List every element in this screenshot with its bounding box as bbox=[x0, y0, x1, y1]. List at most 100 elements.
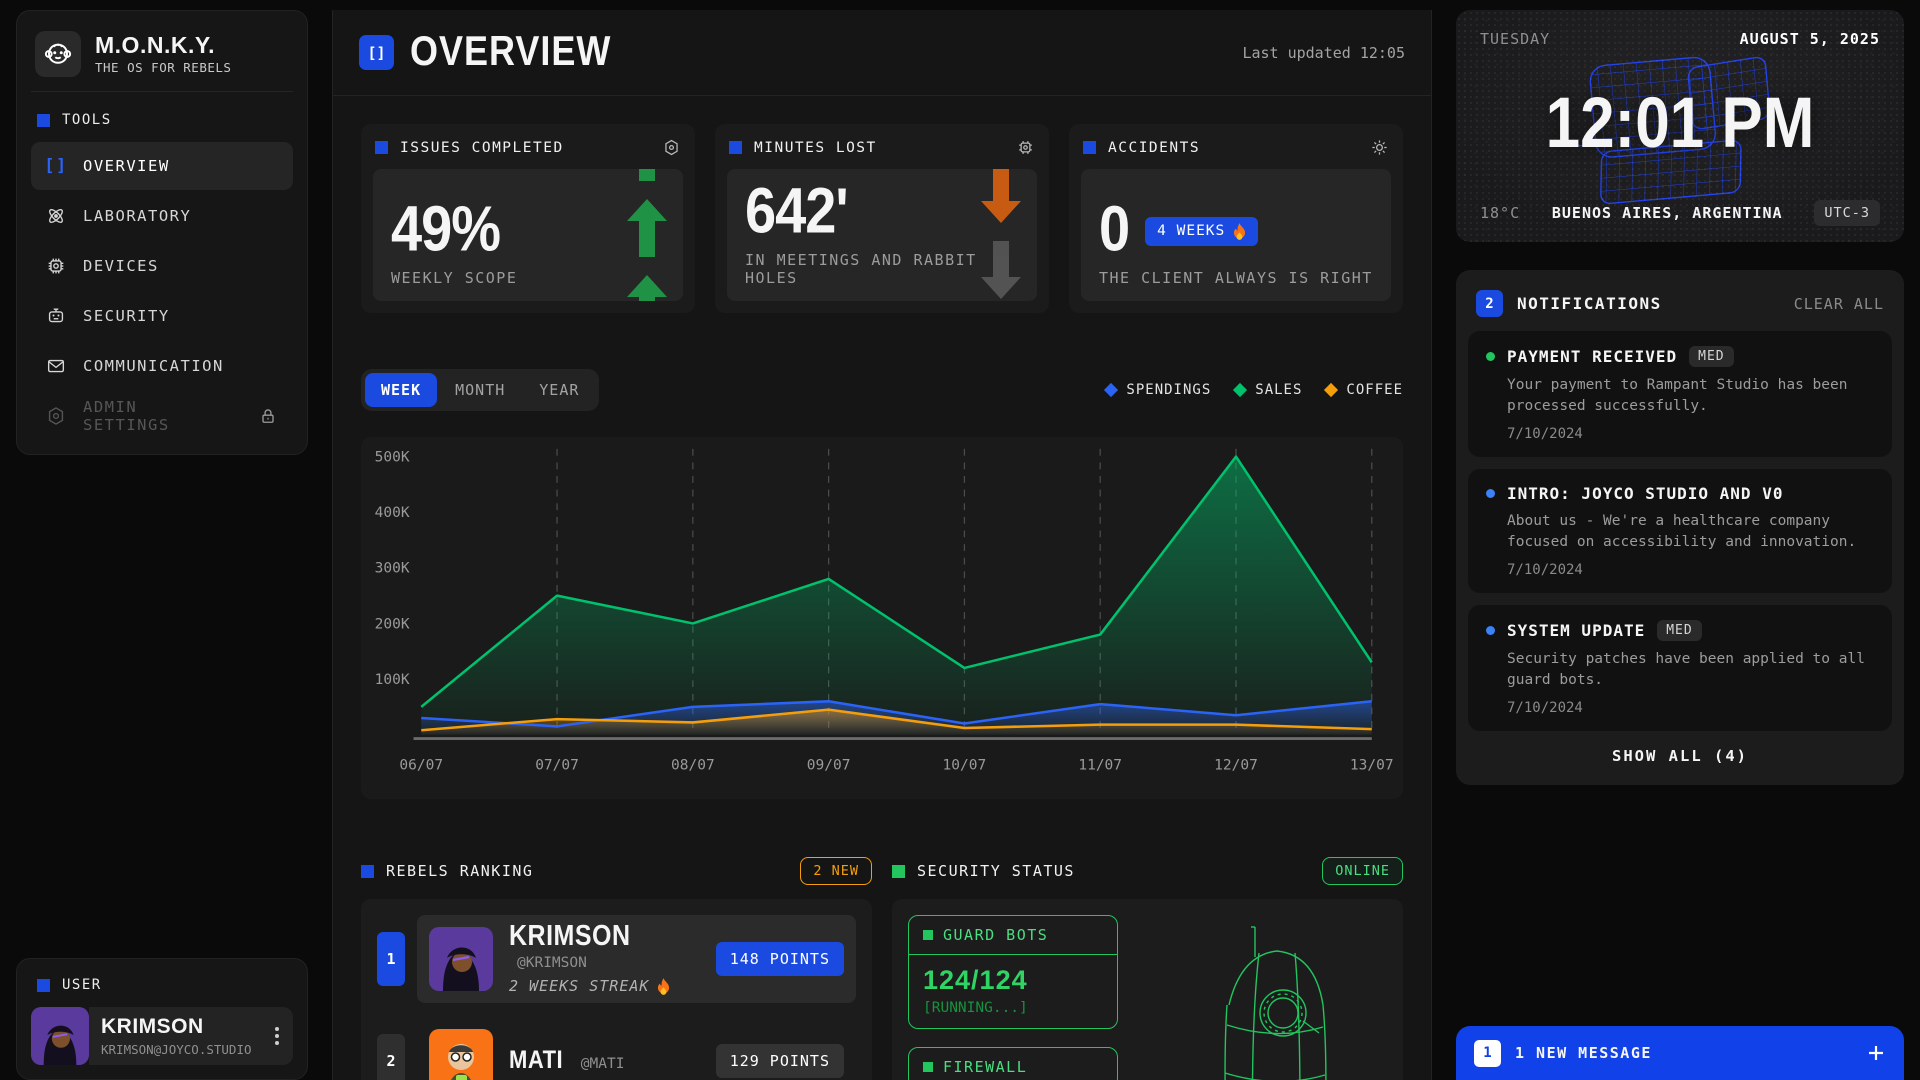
legend-spendings: SPENDINGS bbox=[1106, 382, 1211, 398]
security-panel: GUARD BOTS 124/124 [RUNNING...] FIREWALL bbox=[892, 899, 1403, 1080]
svg-text:100K: 100K bbox=[375, 671, 410, 688]
chart-controls: WEEK MONTH YEAR SPENDINGS SALES COFFEE bbox=[361, 369, 1403, 411]
svg-text:11/07: 11/07 bbox=[1078, 757, 1122, 774]
notification-date: 7/10/2024 bbox=[1507, 426, 1874, 442]
notification-item-payment[interactable]: PAYMENT RECEIVED MED Your payment to Ram… bbox=[1468, 331, 1892, 457]
lock-icon bbox=[257, 405, 279, 427]
blue-square-icon bbox=[729, 141, 742, 154]
sidebar-item-communication[interactable]: COMMUNICATION bbox=[31, 342, 293, 390]
notification-count-badge: 2 bbox=[1476, 290, 1503, 317]
notification-date: 7/10/2024 bbox=[1507, 700, 1874, 716]
kebab-menu-icon[interactable] bbox=[271, 1023, 283, 1049]
app-title: M.O.N.K.Y. bbox=[95, 33, 231, 57]
stat-value: 642' bbox=[745, 178, 848, 242]
stat-card-issues: ISSUES COMPLETED 49% WEEKLY SCOPE bbox=[361, 124, 695, 313]
rebel-handle: @MATI bbox=[581, 1056, 625, 1072]
new-message-bar[interactable]: 1 1 NEW MESSAGE bbox=[1456, 1026, 1904, 1080]
points-badge: 129 POINTS bbox=[716, 1044, 844, 1078]
notification-body: Security patches have been applied to al… bbox=[1507, 649, 1874, 691]
svg-text:10/07: 10/07 bbox=[943, 757, 987, 774]
security-title: SECURITY STATUS bbox=[917, 862, 1075, 880]
svg-text:12/07: 12/07 bbox=[1214, 757, 1258, 774]
settings-chip-icon[interactable] bbox=[1016, 138, 1035, 157]
atom-icon bbox=[45, 205, 67, 227]
svg-text:200K: 200K bbox=[375, 615, 410, 632]
plus-icon[interactable] bbox=[1866, 1043, 1886, 1063]
sidebar-item-label: COMMUNICATION bbox=[83, 357, 224, 375]
guard-bots-status: [RUNNING...] bbox=[923, 1000, 1103, 1016]
user-email: KRIMSON@JOYCO.STUDIO bbox=[101, 1042, 252, 1057]
sidebar-item-laboratory[interactable]: LABORATORY bbox=[31, 192, 293, 240]
sidebar-main-card: M.O.N.K.Y. THE OS FOR REBELS TOOLS [] OV… bbox=[16, 10, 308, 455]
stat-caption: IN MEETINGS AND RABBIT HOLES bbox=[745, 251, 1019, 287]
diamond-icon bbox=[1324, 383, 1338, 397]
chart-canvas: 100K200K300K400K500K06/0707/0708/0709/07… bbox=[369, 443, 1395, 793]
main-header: [] OVERVIEW Last updated 12:05 bbox=[333, 10, 1431, 96]
user-profile[interactable]: KRIMSON KRIMSON@JOYCO.STUDIO bbox=[31, 1007, 293, 1065]
notification-item-system[interactable]: SYSTEM UPDATE MED Security patches have … bbox=[1468, 605, 1892, 731]
notification-body: Your payment to Rampant Studio has been … bbox=[1507, 375, 1874, 417]
sidebar-item-devices[interactable]: DEVICES bbox=[31, 242, 293, 290]
blue-square-icon bbox=[375, 141, 388, 154]
avatar bbox=[429, 1029, 493, 1080]
settings-sun-icon[interactable] bbox=[1370, 138, 1389, 157]
fire-icon bbox=[1233, 223, 1246, 240]
ranking-title: REBELS RANKING bbox=[386, 862, 533, 880]
stat-value: 0 bbox=[1099, 196, 1129, 260]
show-all-button[interactable]: SHOW ALL (4) bbox=[1468, 731, 1892, 773]
notifications-panel: 2 NOTIFICATIONS CLEAR ALL PAYMENT RECEIV… bbox=[1456, 270, 1904, 785]
sidebar-item-overview[interactable]: [] OVERVIEW bbox=[31, 142, 293, 190]
weekday-label: TUESDAY bbox=[1480, 30, 1550, 48]
overview-brackets-icon: [] bbox=[359, 35, 394, 70]
rebel-handle: @KRIMSON bbox=[517, 955, 587, 971]
notification-item-intro[interactable]: INTRO: JOYCO STUDIO AND V0 About us - We… bbox=[1468, 469, 1892, 593]
stat-caption: THE CLIENT ALWAYS IS RIGHT bbox=[1099, 269, 1373, 287]
diamond-icon bbox=[1233, 383, 1247, 397]
clock-widget: TUESDAY AUGUST 5, 2025 12:01 PM 1 bbox=[1456, 10, 1904, 242]
ranking-row-1[interactable]: 1 bbox=[377, 915, 856, 1003]
hexagon-gear-icon bbox=[45, 405, 67, 427]
settings-hexagon-icon[interactable] bbox=[662, 138, 681, 157]
stats-row: ISSUES COMPLETED 49% WEEKLY SCOPE bbox=[361, 124, 1403, 313]
status-dot-icon bbox=[1486, 626, 1495, 635]
stat-title: MINUTES LOST bbox=[754, 140, 877, 156]
priority-tag: MED bbox=[1657, 620, 1701, 641]
sidebar-item-label: SECURITY bbox=[83, 307, 170, 325]
rebels-ranking-section: REBELS RANKING 2 NEW 1 bbox=[361, 857, 872, 1080]
app-subtitle: THE OS FOR REBELS bbox=[95, 60, 231, 75]
firewall-module: FIREWALL bbox=[908, 1047, 1118, 1080]
sidebar-user-card: USER KRIMSON KRIMSON@JOYCO.STUDIO bbox=[16, 958, 308, 1080]
guard-bots-module: GUARD BOTS 124/124 [RUNNING...] bbox=[908, 915, 1118, 1029]
sidebar-item-admin-settings[interactable]: ADMIN SETTINGS bbox=[31, 392, 293, 440]
sidebar: M.O.N.K.Y. THE OS FOR REBELS TOOLS [] OV… bbox=[16, 10, 308, 1080]
notification-date: 7/10/2024 bbox=[1507, 562, 1874, 578]
user-name: KRIMSON bbox=[101, 1015, 252, 1039]
fire-icon bbox=[657, 978, 670, 995]
guard-bots-count: 124/124 bbox=[923, 965, 1103, 996]
sidebar-item-label: ADMIN SETTINGS bbox=[83, 398, 225, 434]
svg-text:09/07: 09/07 bbox=[807, 757, 851, 774]
rank-badge: 2 bbox=[377, 1034, 405, 1080]
tab-month[interactable]: MONTH bbox=[439, 373, 521, 407]
notification-body: About us - We're a healthcare company fo… bbox=[1507, 511, 1874, 553]
ranking-row-2[interactable]: 2 bbox=[377, 1021, 856, 1080]
clear-all-button[interactable]: CLEAR ALL bbox=[1794, 295, 1884, 313]
points-badge: 148 POINTS bbox=[716, 942, 844, 976]
streak-badge: 4 WEEKS bbox=[1145, 217, 1258, 246]
diamond-icon bbox=[1104, 383, 1118, 397]
right-panel: TUESDAY AUGUST 5, 2025 12:01 PM 1 bbox=[1456, 10, 1904, 1080]
notifications-title: NOTIFICATIONS bbox=[1517, 294, 1662, 313]
message-count-badge: 1 bbox=[1474, 1040, 1501, 1067]
page-title: OVERVIEW bbox=[410, 27, 611, 75]
ranking-list: 1 bbox=[361, 899, 872, 1080]
sidebar-item-security[interactable]: SECURITY bbox=[31, 292, 293, 340]
range-tabs: WEEK MONTH YEAR bbox=[361, 369, 599, 411]
tab-year[interactable]: YEAR bbox=[523, 373, 595, 407]
sidebar-item-label: OVERVIEW bbox=[83, 157, 170, 175]
tab-week[interactable]: WEEK bbox=[365, 373, 437, 407]
green-square-icon bbox=[923, 930, 933, 940]
stat-card-accidents: ACCIDENTS 0 4 WEEKS THE CLIENT ALWAYS IS… bbox=[1069, 124, 1403, 313]
main-panel: [] OVERVIEW Last updated 12:05 ISSUES CO… bbox=[332, 10, 1432, 1080]
legend-coffee: COFFEE bbox=[1326, 382, 1403, 398]
stat-title: ISSUES COMPLETED bbox=[400, 140, 564, 156]
